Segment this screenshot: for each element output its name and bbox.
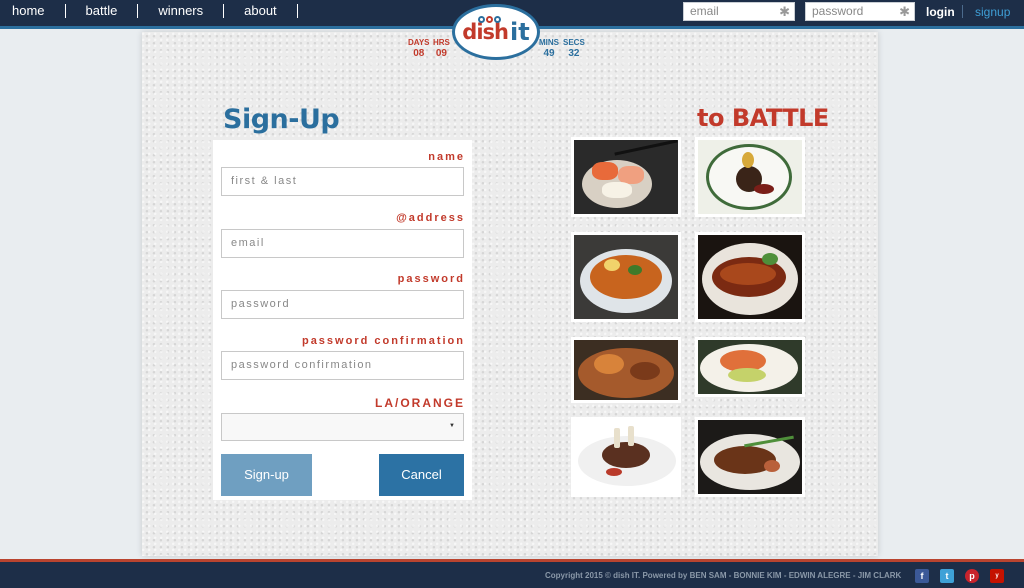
signup-button[interactable]: Sign-up: [221, 454, 312, 496]
food-image-plated-dish-1[interactable]: [695, 137, 805, 217]
logo-rings-icon: [478, 16, 501, 23]
countdown-hours-value: 09: [435, 48, 447, 59]
email-field[interactable]: email: [221, 229, 464, 258]
nav-battle[interactable]: battle: [66, 4, 139, 18]
region-label: LA/ORANGE: [375, 396, 465, 410]
twitter-icon[interactable]: t: [940, 569, 954, 583]
pinterest-icon[interactable]: p: [965, 569, 979, 583]
countdown-hours-label: HRS: [433, 38, 450, 47]
signup-heading: Sign-Up: [223, 104, 340, 135]
signup-link[interactable]: signup: [975, 5, 1010, 19]
countdown-hours: HRS 09: [433, 38, 450, 59]
nav-about[interactable]: about: [224, 4, 298, 18]
cancel-button[interactable]: Cancel: [379, 454, 464, 496]
food-image-fish[interactable]: [695, 232, 805, 322]
password-confirmation-field[interactable]: password confirmation: [221, 351, 464, 380]
facebook-icon[interactable]: f: [915, 569, 929, 583]
header-password-placeholder: password: [812, 4, 864, 18]
countdown-days-value: 08: [413, 48, 425, 59]
required-asterisk-icon: ✱: [779, 4, 790, 19]
password-field[interactable]: password: [221, 290, 464, 319]
countdown-days-label: DAYS: [408, 38, 430, 47]
food-image-lobster[interactable]: [571, 337, 681, 403]
signup-form: name first & last @address email passwor…: [213, 140, 472, 500]
food-image-salmon[interactable]: [695, 337, 805, 397]
countdown-seconds-value: 32: [568, 48, 580, 59]
countdown-minutes-value: 49: [543, 48, 555, 59]
name-field[interactable]: first & last: [221, 167, 464, 196]
header-email-placeholder: email: [690, 4, 719, 18]
footer: Copyright 2015 © dish IT. Powered by BEN…: [0, 559, 1024, 588]
food-image-lamb-chops[interactable]: [571, 417, 681, 497]
header-email-input[interactable]: email ✱: [683, 2, 795, 21]
countdown-seconds: SECS 32: [563, 38, 585, 59]
countdown-minutes: MINS 49: [539, 38, 559, 59]
copyright-text: Copyright 2015 © dish IT. Powered by BEN…: [545, 571, 902, 580]
address-label: @address: [396, 212, 465, 224]
nav-winners[interactable]: winners: [138, 4, 225, 18]
countdown-days: DAYS 08: [408, 38, 430, 59]
password-confirmation-label: password confirmation: [301, 335, 465, 347]
logo-dish-text: dish: [462, 20, 509, 44]
header-password-input[interactable]: password ✱: [805, 2, 915, 21]
login-link[interactable]: login: [926, 5, 955, 19]
yelp-icon[interactable]: y: [990, 569, 1004, 583]
password-label: password: [397, 273, 465, 285]
countdown-minutes-label: MINS: [539, 38, 559, 47]
region-select[interactable]: ▼: [221, 413, 464, 441]
name-label: name: [428, 151, 465, 163]
dish-it-logo[interactable]: dish it: [452, 4, 540, 60]
logo-it-text: it: [509, 18, 530, 46]
required-asterisk-icon: ✱: [899, 4, 910, 19]
select-arrow-icon: ▼: [449, 423, 455, 429]
divider: [962, 5, 963, 18]
countdown-seconds-label: SECS: [563, 38, 585, 47]
food-image-sushi[interactable]: [571, 137, 681, 217]
nav-home[interactable]: home: [0, 4, 66, 18]
food-image-soup[interactable]: [571, 232, 681, 322]
battle-heading: to BATTLE: [697, 104, 829, 132]
food-image-steak[interactable]: [695, 417, 805, 497]
main-nav: home battle winners about: [0, 0, 298, 22]
